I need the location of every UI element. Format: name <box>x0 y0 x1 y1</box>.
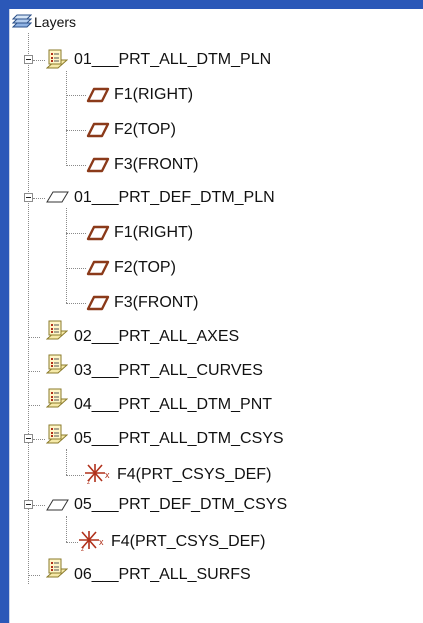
layer-tree-panel: Layers 01___PRT_ALL_DTM_PLN F1(RIGHT) F2… <box>9 9 423 623</box>
datum-plane-icon <box>86 225 110 241</box>
tree-item-label[interactable]: F4(PRT_CSYS_DEF) <box>117 466 271 484</box>
datum-plane-icon <box>86 157 110 173</box>
layer-icon <box>46 424 68 444</box>
collapse-toggle[interactable] <box>24 434 33 443</box>
tree-line <box>66 268 86 269</box>
layers-root-label: Layers <box>34 14 77 30</box>
tree-item-label[interactable]: 05___PRT_DEF_DTM_CSYS <box>74 496 287 514</box>
tree-line <box>66 130 86 131</box>
tree-item-label[interactable]: 01___PRT_DEF_DTM_PLN <box>74 189 275 207</box>
tree-line <box>66 516 67 542</box>
tree-item-label[interactable]: 02___PRT_ALL_AXES <box>74 328 239 346</box>
collapse-toggle[interactable] <box>24 55 33 64</box>
collapse-toggle[interactable] <box>24 193 33 202</box>
tree-item-label[interactable]: F3(FRONT) <box>114 294 198 312</box>
datum-plane-icon <box>86 122 110 138</box>
svg-text:x: x <box>105 470 110 480</box>
tree-line <box>33 505 45 506</box>
tree-line <box>28 371 40 372</box>
tree-item-label[interactable]: 01___PRT_ALL_DTM_PLN <box>74 51 271 69</box>
plane-outline-icon <box>46 499 69 511</box>
layers-icon <box>12 14 32 28</box>
tree-line <box>66 303 86 304</box>
tree-line <box>66 208 67 303</box>
svg-text:z: z <box>87 480 90 485</box>
tree-line <box>33 198 45 199</box>
tree-line <box>28 575 40 576</box>
tree-line <box>66 71 67 166</box>
svg-text:x: x <box>99 537 104 547</box>
tree-line <box>28 337 40 338</box>
layer-icon <box>46 320 68 340</box>
datum-plane-icon <box>86 295 110 311</box>
tree-item-label[interactable]: F3(FRONT) <box>114 156 198 174</box>
tree-item-label[interactable]: 06___PRT_ALL_SURFS <box>74 566 251 584</box>
collapse-toggle[interactable] <box>24 500 33 509</box>
tree-line <box>66 475 84 476</box>
csys-icon: x z <box>79 531 104 552</box>
tree-line <box>66 165 86 166</box>
layer-icon <box>46 354 68 374</box>
datum-plane-icon <box>86 260 110 276</box>
tree-item-label[interactable]: F1(RIGHT) <box>114 224 193 242</box>
tree-item-label[interactable]: F2(TOP) <box>114 121 176 139</box>
tree-item-label[interactable]: 04___PRT_ALL_DTM_PNT <box>74 396 272 414</box>
tree-item-label[interactable]: 05___PRT_ALL_DTM_CSYS <box>74 430 284 448</box>
tree-line <box>66 542 78 543</box>
svg-text:z: z <box>81 547 84 552</box>
tree-line <box>33 60 45 61</box>
layer-icon <box>46 558 68 578</box>
tree-line <box>28 405 40 406</box>
tree-item-label[interactable]: F4(PRT_CSYS_DEF) <box>111 533 265 551</box>
layer-icon <box>46 388 68 408</box>
tree-line <box>66 95 86 96</box>
tree-line <box>66 449 67 475</box>
tree-line <box>33 439 45 440</box>
plane-outline-icon <box>46 191 69 203</box>
datum-plane-icon <box>86 87 110 103</box>
layer-icon <box>46 49 68 69</box>
csys-icon: x z <box>85 464 110 485</box>
tree-item-label[interactable]: 03___PRT_ALL_CURVES <box>74 362 263 380</box>
tree-line <box>66 233 86 234</box>
tree-item-label[interactable]: F2(TOP) <box>114 259 176 277</box>
tree-item-label[interactable]: F1(RIGHT) <box>114 86 193 104</box>
